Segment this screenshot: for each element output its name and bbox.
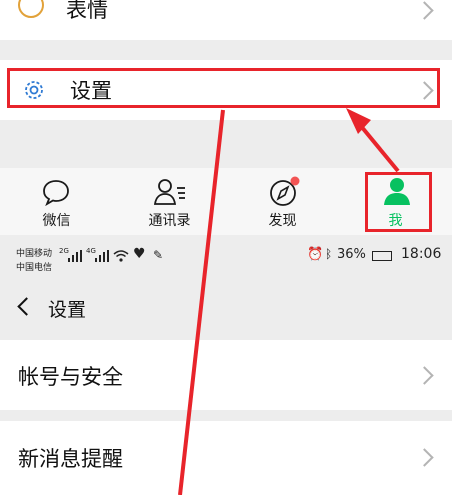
long-arrow-line	[178, 109, 225, 495]
arrow-head	[346, 108, 371, 134]
annotation-arrows	[178, 108, 400, 495]
